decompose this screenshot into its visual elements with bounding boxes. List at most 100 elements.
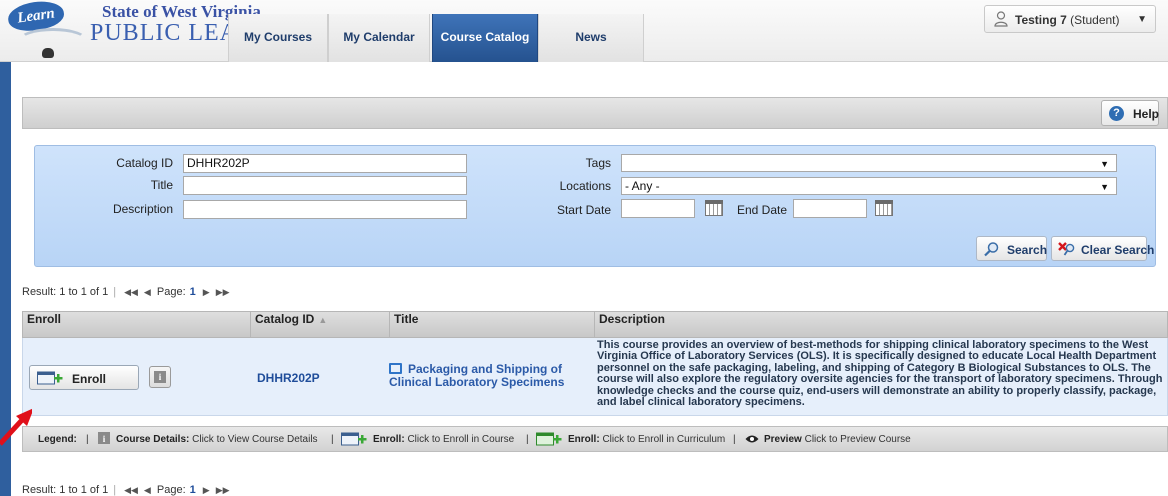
clear-search-button[interactable]: Clear Search bbox=[1051, 236, 1154, 261]
search-button[interactable]: Search bbox=[976, 236, 1047, 261]
column-header-catalog-id[interactable]: Catalog ID ▲ bbox=[251, 312, 390, 337]
result-count: Result: 1 to 1 of 1 bbox=[22, 286, 109, 298]
enroll-curriculum-icon bbox=[536, 432, 562, 449]
page-label: Page: bbox=[156, 484, 186, 496]
tags-select[interactable]: ▼ bbox=[621, 154, 1117, 172]
page-number[interactable]: 1 bbox=[190, 484, 196, 496]
legend-item-desc: Click to View Course Details bbox=[192, 434, 318, 445]
user-role: (Student) bbox=[1070, 13, 1120, 27]
locations-select-value: - Any - bbox=[625, 179, 660, 193]
last-page-icon[interactable]: ▶▶ bbox=[216, 485, 230, 495]
search-icon bbox=[984, 242, 999, 257]
chevron-down-icon: ▼ bbox=[1100, 182, 1109, 192]
start-date-label: Start Date bbox=[556, 203, 611, 217]
description-label: Description bbox=[112, 202, 173, 216]
locations-label: Locations bbox=[559, 179, 611, 193]
end-date-input[interactable] bbox=[793, 199, 867, 218]
clear-search-label: Clear Search bbox=[1081, 243, 1155, 257]
eye-icon bbox=[745, 434, 759, 447]
enroll-label: Enroll bbox=[72, 372, 107, 386]
next-page-icon[interactable]: ▶ bbox=[203, 485, 210, 495]
legend-item-name: Preview bbox=[764, 434, 802, 445]
book-icon bbox=[389, 363, 402, 374]
help-button[interactable]: ? Help bbox=[1101, 100, 1159, 126]
course-title-link[interactable]: Packaging and Shipping of Clinical Labor… bbox=[389, 363, 589, 389]
first-page-icon[interactable]: ◀◀ bbox=[124, 485, 138, 495]
page-label: Page: bbox=[156, 286, 186, 298]
user-menu[interactable]: Testing 7 (Student) ▼ bbox=[984, 5, 1156, 33]
course-details-icon: i bbox=[98, 432, 110, 447]
last-page-icon[interactable]: ▶▶ bbox=[216, 287, 230, 297]
title-input[interactable] bbox=[183, 176, 467, 195]
legend-item-name: Course Details: bbox=[116, 434, 190, 445]
user-name-text: Testing 7 bbox=[1015, 13, 1067, 27]
help-label: Help bbox=[1133, 107, 1160, 121]
course-details-button[interactable]: i bbox=[149, 366, 171, 388]
grid-header: Enroll Catalog ID ▲ Title Description bbox=[22, 311, 1168, 338]
mouse-icon bbox=[42, 48, 54, 58]
chevron-down-icon: ▼ bbox=[1137, 14, 1147, 25]
legend-separator: | bbox=[331, 434, 334, 445]
first-page-icon[interactable]: ◀◀ bbox=[124, 287, 138, 297]
tab-news[interactable]: News bbox=[538, 14, 644, 62]
enroll-button[interactable]: Enroll bbox=[29, 365, 139, 390]
legend-item-name: Enroll: bbox=[568, 434, 600, 445]
page-number[interactable]: 1 bbox=[190, 286, 196, 298]
top-header: Learn State of West Virginia PUBLIC LEAR… bbox=[0, 0, 1168, 62]
pager-separator: | bbox=[113, 286, 117, 298]
legend-bar: Legend: | i Course Details: Click to Vie… bbox=[22, 426, 1168, 452]
legend-preview: Preview Click to Preview Course bbox=[764, 434, 911, 445]
description-input[interactable] bbox=[183, 200, 467, 219]
legend-item-desc: Click to Enroll in Curriculum bbox=[602, 434, 726, 445]
search-panel: Catalog ID DHHR202P Title Description Ta… bbox=[34, 145, 1156, 267]
legend-label: Legend: bbox=[38, 434, 77, 445]
pager-separator: | bbox=[113, 484, 117, 496]
tab-my-calendar[interactable]: My Calendar bbox=[328, 14, 430, 62]
page-toolbar: ? Help bbox=[22, 97, 1168, 129]
title-label: Title bbox=[150, 178, 173, 192]
table-row: Enroll i DHHR202P Packaging and Shipping… bbox=[22, 338, 1168, 416]
calendar-icon[interactable] bbox=[705, 200, 723, 216]
tab-my-courses[interactable]: My Courses bbox=[228, 14, 328, 62]
course-details-icon: i bbox=[154, 371, 166, 383]
legend-separator: | bbox=[733, 434, 736, 445]
search-label: Search bbox=[1007, 243, 1048, 257]
legend-item-name: Enroll: bbox=[373, 434, 405, 445]
prev-page-icon[interactable]: ◀ bbox=[144, 287, 151, 297]
enroll-course-icon bbox=[341, 432, 367, 449]
legend-separator: | bbox=[86, 434, 89, 445]
chevron-down-icon: ▼ bbox=[1100, 159, 1109, 169]
enroll-course-icon bbox=[37, 371, 63, 385]
column-header-catalog-id-label: Catalog ID bbox=[255, 312, 315, 326]
course-title-text: Packaging and Shipping of Clinical Labor… bbox=[389, 362, 565, 389]
column-header-title[interactable]: Title bbox=[390, 312, 595, 337]
course-description: This course provides an overview of best… bbox=[597, 339, 1163, 409]
start-date-input[interactable] bbox=[621, 199, 695, 218]
column-header-description[interactable]: Description bbox=[595, 312, 1168, 337]
legend-item-desc: Click to Preview Course bbox=[804, 434, 911, 445]
pager-top: Result: 1 to 1 of 1 | ◀◀ ◀ Page: 1 ▶ ▶▶ bbox=[22, 286, 233, 298]
legend-item-desc: Click to Enroll in Course bbox=[407, 434, 515, 445]
user-name: Testing 7 (Student) bbox=[1015, 13, 1120, 27]
prev-page-icon[interactable]: ◀ bbox=[144, 485, 151, 495]
locations-select[interactable]: - Any - ▼ bbox=[621, 177, 1117, 195]
person-icon bbox=[994, 11, 1008, 27]
legend-label-text: Legend: bbox=[38, 434, 77, 445]
clear-search-icon bbox=[1058, 242, 1075, 256]
legend-enroll-curriculum: Enroll: Click to Enroll in Curriculum bbox=[568, 434, 725, 445]
sort-ascending-icon: ▲ bbox=[318, 315, 328, 325]
help-icon: ? bbox=[1109, 106, 1124, 121]
column-header-enroll[interactable]: Enroll bbox=[23, 312, 251, 337]
catalog-id-label: Catalog ID bbox=[116, 156, 173, 170]
result-count: Result: 1 to 1 of 1 bbox=[22, 484, 109, 496]
tab-course-catalog[interactable]: Course Catalog bbox=[432, 14, 538, 62]
calendar-icon[interactable] bbox=[875, 200, 893, 216]
legend-separator: | bbox=[526, 434, 529, 445]
legend-enroll-course: Enroll: Click to Enroll in Course bbox=[373, 434, 514, 445]
end-date-label: End Date bbox=[737, 203, 788, 217]
pager-bottom: Result: 1 to 1 of 1 | ◀◀ ◀ Page: 1 ▶ ▶▶ bbox=[22, 484, 233, 496]
catalog-id-input[interactable]: DHHR202P bbox=[183, 154, 467, 173]
tags-label: Tags bbox=[585, 156, 611, 170]
next-page-icon[interactable]: ▶ bbox=[203, 287, 210, 297]
legend-course-details: Course Details: Click to View Course Det… bbox=[116, 434, 318, 445]
